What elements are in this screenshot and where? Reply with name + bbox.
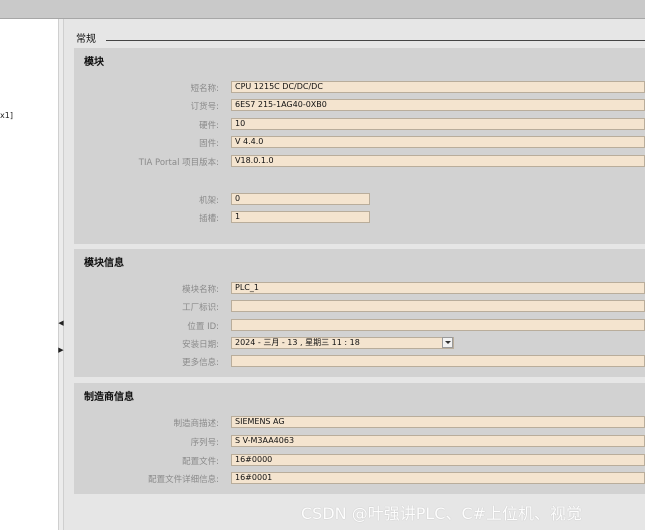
title-bar (0, 0, 645, 19)
slot-field[interactable]: 1 (231, 211, 370, 223)
slot-label: 插槽: (199, 214, 219, 224)
hardware-field[interactable]: 10 (231, 118, 645, 130)
config-detail-field[interactable]: 16#0001 (231, 472, 645, 484)
header-divider (106, 40, 645, 41)
config-file-label: 配置文件: (182, 457, 219, 467)
short-name-label: 短名称: (190, 84, 219, 94)
firmware-field[interactable]: V 4.4.0 (231, 136, 645, 148)
order-number-label: 订货号: (190, 102, 219, 112)
config-detail-label: 配置文件详细信息: (148, 475, 219, 485)
module-title: 模块 (84, 57, 104, 68)
tree-item-fragment[interactable]: x1] (0, 111, 13, 120)
config-file-field[interactable]: 16#0000 (231, 454, 645, 466)
chevron-down-icon[interactable] (442, 337, 453, 348)
module-name-label: 模块名称: (182, 285, 219, 295)
order-number-field[interactable]: 6ES7 215-1AG40-0XB0 (231, 99, 645, 111)
plant-id-field[interactable] (231, 300, 645, 312)
project-tree-pane: x1] (0, 19, 58, 530)
more-info-label: 更多信息: (182, 358, 219, 368)
general-section-header: 常规 (64, 29, 645, 45)
manufacturer-title: 制造商信息 (84, 392, 134, 403)
rack-label: 机架: (199, 196, 219, 206)
tia-version-field[interactable]: V18.0.1.0 (231, 155, 645, 167)
rack-field[interactable]: 0 (231, 193, 370, 205)
location-id-field[interactable] (231, 319, 645, 331)
short-name-field[interactable]: CPU 1215C DC/DC/DC (231, 81, 645, 93)
serial-number-field[interactable]: S V-M3AA4063 (231, 435, 645, 447)
module-info-title: 模块信息 (84, 258, 124, 269)
watermark: CSDN @叶强讲PLC、C#上位机、视觉 (301, 504, 583, 523)
install-date-label: 安装日期: (182, 340, 219, 350)
module-name-field[interactable]: PLC_1 (231, 282, 645, 294)
tia-version-label: TIA Portal 项目版本: (138, 158, 219, 168)
install-date-picker[interactable]: 2024 - 三月 - 13 , 星期三 11 : 18 (231, 337, 454, 349)
manufacturer-description-field[interactable]: SIEMENS AG (231, 416, 645, 428)
general-title: 常规 (76, 34, 96, 45)
more-info-field[interactable] (231, 355, 645, 367)
manufacturer-description-label: 制造商描述: (173, 419, 219, 429)
serial-number-label: 序列号: (190, 438, 219, 448)
firmware-label: 固件: (199, 139, 219, 149)
hardware-label: 硬件: (199, 121, 219, 131)
location-id-label: 位置 ID: (187, 322, 219, 332)
plant-id-label: 工厂标识: (182, 303, 219, 313)
